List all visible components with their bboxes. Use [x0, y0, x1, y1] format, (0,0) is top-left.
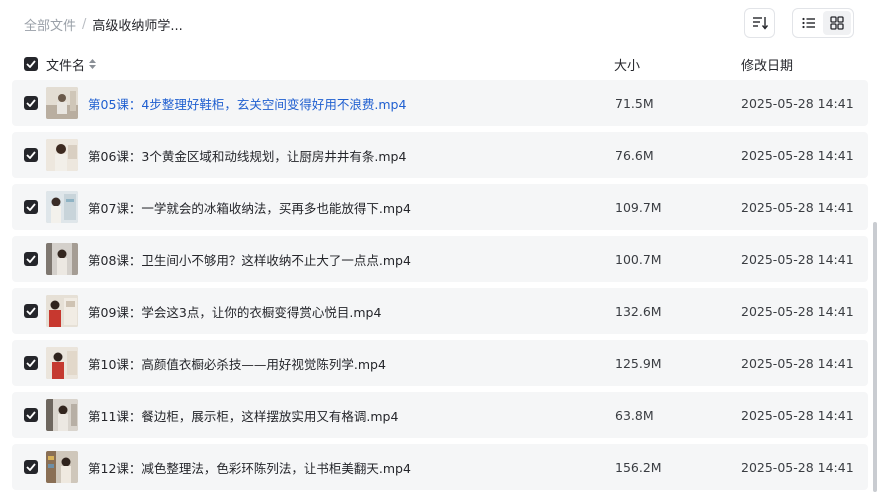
- file-size: 71.5M: [615, 95, 654, 111]
- file-row[interactable]: 第07课：一学就会的冰箱收纳法，买再多也能放得下.mp4 109.7M 2025…: [12, 184, 868, 230]
- file-name-link[interactable]: 第10课：高颜值衣橱必杀技——用好视觉陈列学.mp4: [88, 354, 386, 373]
- grid-view-icon: [830, 16, 844, 30]
- column-header-date[interactable]: 修改日期: [741, 55, 793, 74]
- file-size: 63.8M: [615, 407, 654, 423]
- video-thumbnail: [46, 347, 78, 379]
- file-name-link[interactable]: 第08课：卫生间小不够用？这样收纳不止大了一点点.mp4: [88, 250, 411, 269]
- file-row[interactable]: 第12课：减色整理法，色彩环陈列法，让书柜美翻天.mp4 156.2M 2025…: [12, 444, 868, 490]
- file-date: 2025-05-28 14:41: [741, 355, 854, 371]
- file-list-header: 文件名 大小 修改日期: [12, 50, 868, 78]
- file-row[interactable]: 第10课：高颜值衣橱必杀技——用好视觉陈列学.mp4 125.9M 2025-0…: [12, 340, 868, 386]
- sort-button[interactable]: [744, 8, 775, 38]
- file-date: 2025-05-28 14:41: [741, 251, 854, 267]
- column-header-size[interactable]: 大小: [614, 55, 640, 74]
- check-icon: [26, 411, 36, 419]
- row-checkbox[interactable]: [24, 460, 38, 474]
- video-thumbnail: [46, 243, 78, 275]
- row-checkbox[interactable]: [24, 356, 38, 370]
- row-checkbox[interactable]: [24, 252, 38, 266]
- file-size: 100.7M: [615, 251, 662, 267]
- video-thumbnail: [46, 87, 78, 119]
- breadcrumb-current-folder: 高级收纳师学...: [92, 18, 183, 34]
- row-checkbox[interactable]: [24, 304, 38, 318]
- file-row[interactable]: 第08课：卫生间小不够用？这样收纳不止大了一点点.mp4 100.7M 2025…: [12, 236, 868, 282]
- file-name-link[interactable]: 第11课：餐边柜，展示柜，这样摆放实用又有格调.mp4: [88, 406, 398, 425]
- breadcrumb-root-link[interactable]: 全部文件: [24, 15, 76, 34]
- sort-arrows-icon: [89, 59, 97, 69]
- file-size: 76.6M: [615, 147, 654, 163]
- file-date: 2025-05-28 14:41: [741, 147, 854, 163]
- file-size: 156.2M: [615, 459, 662, 475]
- check-icon: [26, 307, 36, 315]
- scrollbar-thumb[interactable]: [873, 222, 877, 492]
- breadcrumb: 全部文件 / 高级收纳师学...: [24, 14, 183, 34]
- file-name-link[interactable]: 第07课：一学就会的冰箱收纳法，买再多也能放得下.mp4: [88, 198, 411, 217]
- check-icon: [26, 60, 36, 68]
- file-date: 2025-05-28 14:41: [741, 303, 854, 319]
- column-header-name[interactable]: 文件名: [46, 55, 97, 74]
- list-view-button[interactable]: [795, 11, 823, 35]
- check-icon: [26, 151, 36, 159]
- view-mode-switch: [792, 8, 854, 38]
- sort-lines-icon: [752, 17, 768, 30]
- row-checkbox[interactable]: [24, 96, 38, 110]
- file-name-link[interactable]: 第12课：减色整理法，色彩环陈列法，让书柜美翻天.mp4: [88, 458, 411, 477]
- video-thumbnail: [46, 139, 78, 171]
- file-date: 2025-05-28 14:41: [741, 95, 854, 111]
- file-date: 2025-05-28 14:41: [741, 407, 854, 423]
- file-row[interactable]: 第09课：学会这3点，让你的衣橱变得赏心悦目.mp4 132.6M 2025-0…: [12, 288, 868, 334]
- video-thumbnail: [46, 295, 78, 327]
- file-row[interactable]: 第06课：3个黄金区域和动线规划，让厨房井井有条.mp4 76.6M 2025-…: [12, 132, 868, 178]
- file-row[interactable]: 第11课：餐边柜，展示柜，这样摆放实用又有格调.mp4 63.8M 2025-0…: [12, 392, 868, 438]
- video-thumbnail: [46, 399, 78, 431]
- breadcrumb-separator: /: [82, 16, 87, 32]
- file-size: 132.6M: [615, 303, 662, 319]
- file-date: 2025-05-28 14:41: [741, 459, 854, 475]
- video-thumbnail: [46, 451, 78, 483]
- row-checkbox[interactable]: [24, 148, 38, 162]
- check-icon: [26, 203, 36, 211]
- file-name-link[interactable]: 第05课：4步整理好鞋柜，玄关空间变得好用不浪费.mp4: [88, 94, 406, 113]
- row-checkbox[interactable]: [24, 200, 38, 214]
- file-name-link[interactable]: 第06课：3个黄金区域和动线规划，让厨房井井有条.mp4: [88, 146, 406, 165]
- file-row[interactable]: 第05课：4步整理好鞋柜，玄关空间变得好用不浪费.mp4 71.5M 2025-…: [12, 80, 868, 126]
- file-name-link[interactable]: 第09课：学会这3点，让你的衣橱变得赏心悦目.mp4: [88, 302, 381, 321]
- check-icon: [26, 255, 36, 263]
- grid-view-button[interactable]: [823, 11, 851, 35]
- file-size: 109.7M: [615, 199, 662, 215]
- check-icon: [26, 463, 36, 471]
- row-checkbox[interactable]: [24, 408, 38, 422]
- file-browser: 全部文件 / 高级收纳师学... 文件名 大小 修改日期 第05课：4步整理好鞋…: [0, 0, 878, 495]
- file-list: 第05课：4步整理好鞋柜，玄关空间变得好用不浪费.mp4 71.5M 2025-…: [12, 80, 868, 495]
- video-thumbnail: [46, 191, 78, 223]
- select-all-checkbox[interactable]: [24, 57, 38, 71]
- check-icon: [26, 359, 36, 367]
- list-view-icon: [802, 17, 815, 29]
- file-date: 2025-05-28 14:41: [741, 199, 854, 215]
- check-icon: [26, 99, 36, 107]
- column-header-name-label: 文件名: [46, 58, 86, 74]
- file-size: 125.9M: [615, 355, 662, 371]
